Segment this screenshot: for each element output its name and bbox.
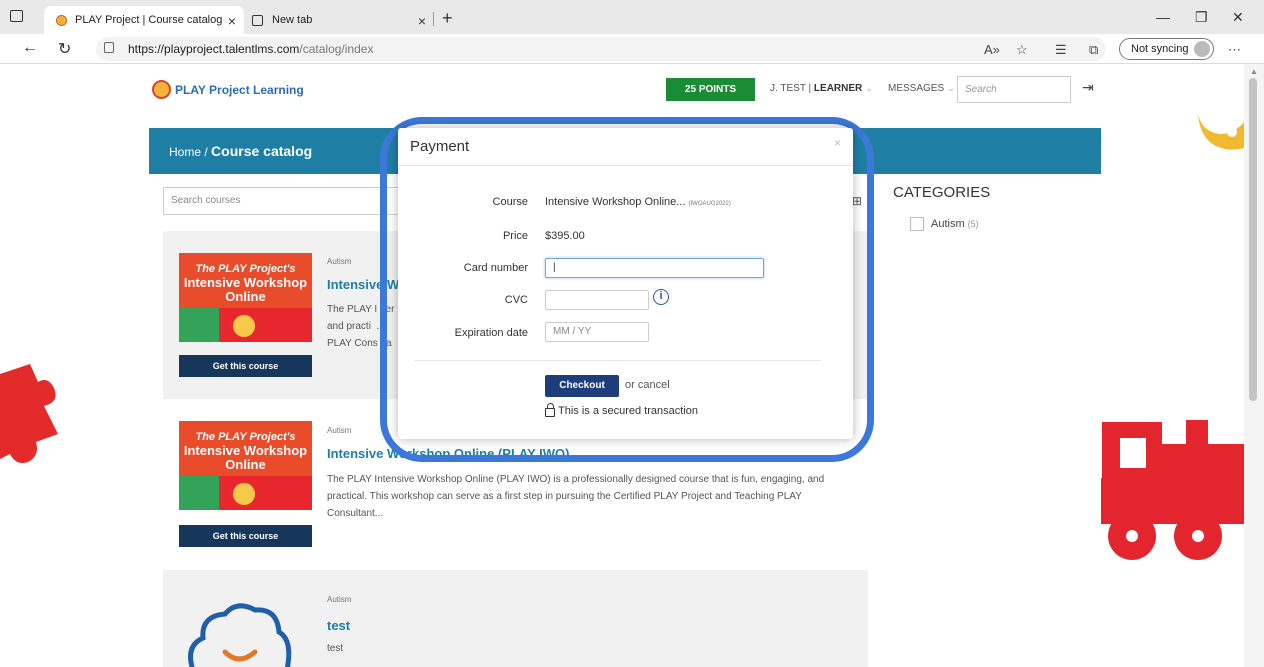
read-aloud-icon[interactable]: A» <box>984 42 1000 57</box>
categories-title: CATEGORIES <box>893 184 991 201</box>
refresh-icon[interactable]: ↻ <box>58 39 71 59</box>
logo-text: PLAY Project Learning <box>175 82 304 97</box>
course-code: (IWOAUG2022) <box>688 201 731 207</box>
course-category: Autism <box>327 426 352 435</box>
url-path: /catalog/index <box>299 42 374 56</box>
restore-icon[interactable]: ❐ <box>1195 9 1208 26</box>
course-card: Autism test test <box>163 570 868 667</box>
site-logo[interactable]: PLAY Project Learning <box>152 80 304 99</box>
padlock-icon <box>545 402 555 417</box>
price-value: $395.00 <box>545 230 585 242</box>
scroll-up-icon[interactable]: ▲ <box>1250 67 1258 76</box>
course-category: Autism <box>327 257 352 266</box>
course-thumbnail[interactable]: The PLAY Project's Intensive Workshop On… <box>179 253 312 342</box>
thumbnail-green-block <box>179 476 219 510</box>
address-bar[interactable]: https://playproject.talentlms.com/catalo… <box>96 37 1106 61</box>
tab-title: PLAY Project | Course catalog <box>75 14 223 26</box>
new-tab-plus-icon[interactable]: + <box>442 8 453 29</box>
tab-title: New tab <box>272 14 313 26</box>
new-tab-page-icon <box>252 14 263 26</box>
back-arrow-icon[interactable]: ← <box>22 39 38 57</box>
course-title[interactable]: test <box>327 618 350 633</box>
decorative-gear-shape <box>1198 114 1244 150</box>
tab-course-catalog[interactable]: PLAY Project | Course catalog × <box>44 6 244 34</box>
thumbnail-line2: Intensive Workshop Online <box>183 443 308 472</box>
site-info-lock-icon[interactable] <box>104 42 114 53</box>
card-number-input[interactable]: | <box>545 258 764 278</box>
thumbnail-green-block <box>179 308 219 342</box>
expiration-label: Expiration date <box>454 327 528 339</box>
thumbnail-line1: The PLAY Project's <box>195 263 296 275</box>
close-window-icon[interactable]: ✕ <box>1232 9 1244 26</box>
favorites-list-icon[interactable]: ☰ <box>1055 42 1067 58</box>
messages-menu[interactable]: MESSAGES ⌄ <box>888 83 955 94</box>
course-category: Autism <box>327 595 352 604</box>
course-thumbnail[interactable]: The PLAY Project's Intensive Workshop On… <box>179 421 312 510</box>
more-options-icon[interactable]: ⋯ <box>1228 42 1241 58</box>
scrollbar-thumb[interactable] <box>1249 78 1257 401</box>
modal-title: Payment <box>410 138 470 155</box>
cvc-input[interactable] <box>545 290 649 310</box>
modal-divider <box>398 165 853 166</box>
thumbnail-logo-icon <box>231 313 257 339</box>
collections-icon[interactable]: ⧉ <box>1089 42 1098 58</box>
page-scrollbar[interactable]: ▲ <box>1244 64 1264 667</box>
payment-modal: Payment × Course Intensive Workshop Onli… <box>398 128 853 439</box>
course-description: test <box>327 643 344 654</box>
get-course-button[interactable]: Get this course <box>179 355 312 377</box>
decorative-puzzle-shape <box>0 364 58 463</box>
breadcrumb-current: Course catalog <box>211 143 313 159</box>
secured-text: This is a secured transaction <box>558 405 699 417</box>
checkout-button[interactable]: Checkout <box>545 375 619 397</box>
messages-label: MESSAGES <box>888 83 945 94</box>
address-toolbar: ← ↻ https://playproject.talentlms.com/ca… <box>0 34 1264 64</box>
cancel-link[interactable]: or cancel <box>625 379 670 391</box>
course-search-input[interactable]: Search courses <box>163 187 408 215</box>
thumbnail-logo-icon <box>231 481 257 507</box>
course-description: The PLAY Intensive Workshop Online (PLAY… <box>327 474 825 519</box>
user-menu[interactable]: J. TEST | LEARNER ⌄ <box>770 83 873 94</box>
url-host: https://playproject.talentlms.com <box>128 42 300 56</box>
sync-label: Not syncing <box>1131 43 1189 55</box>
category-checkbox[interactable] <box>910 217 924 231</box>
user-name: J. TEST <box>770 83 806 94</box>
course-label: Course <box>492 196 528 208</box>
avatar <box>1194 41 1210 57</box>
card-number-label: Card number <box>463 262 528 274</box>
close-icon[interactable]: × <box>834 136 841 150</box>
cvc-info-icon[interactable]: i <box>653 289 669 305</box>
logout-icon[interactable]: ⇥ <box>1082 79 1094 96</box>
course-value: Intensive Workshop Online... (IWOAUG2022… <box>545 196 731 208</box>
favorite-star-icon[interactable]: ☆ <box>1016 42 1028 58</box>
decorative-train-shape <box>1098 420 1244 560</box>
close-tab-icon[interactable]: × <box>418 13 426 29</box>
user-role: LEARNER <box>813 83 863 94</box>
secured-notice: This is a secured transaction <box>545 402 699 417</box>
points-badge[interactable]: 25 POINTS <box>666 78 755 101</box>
close-tab-icon[interactable]: × <box>228 13 236 29</box>
profile-sync-button[interactable]: Not syncing <box>1119 38 1214 60</box>
tab-actions-icon[interactable] <box>10 10 23 22</box>
price-label: Price <box>502 230 528 242</box>
category-count: (5) <box>967 219 979 229</box>
cloud-thumbnail-icon[interactable] <box>183 600 293 667</box>
site-favicon-icon <box>56 14 67 26</box>
minimize-icon[interactable]: — <box>1156 9 1170 25</box>
get-course-button[interactable]: Get this course <box>179 525 312 547</box>
logo-mark-icon <box>152 80 171 99</box>
course-name: Intensive Workshop Online... <box>545 196 686 208</box>
tab-new-tab[interactable]: New tab × <box>244 6 434 34</box>
thumbnail-line1: The PLAY Project's <box>195 431 296 443</box>
site-search-input[interactable]: Search <box>957 76 1071 103</box>
category-filter-autism[interactable]: Autism (5) <box>910 217 979 231</box>
tab-divider <box>433 12 434 26</box>
browser-tabstrip: PLAY Project | Course catalog × New tab … <box>0 0 1264 34</box>
modal-divider <box>414 360 821 361</box>
category-label: Autism <box>931 218 965 230</box>
cvc-label: CVC <box>504 294 528 306</box>
expiration-input[interactable]: MM / YY <box>545 322 649 342</box>
thumbnail-line2: Intensive Workshop Online <box>183 275 308 304</box>
breadcrumb-home[interactable]: Home / <box>169 145 208 159</box>
